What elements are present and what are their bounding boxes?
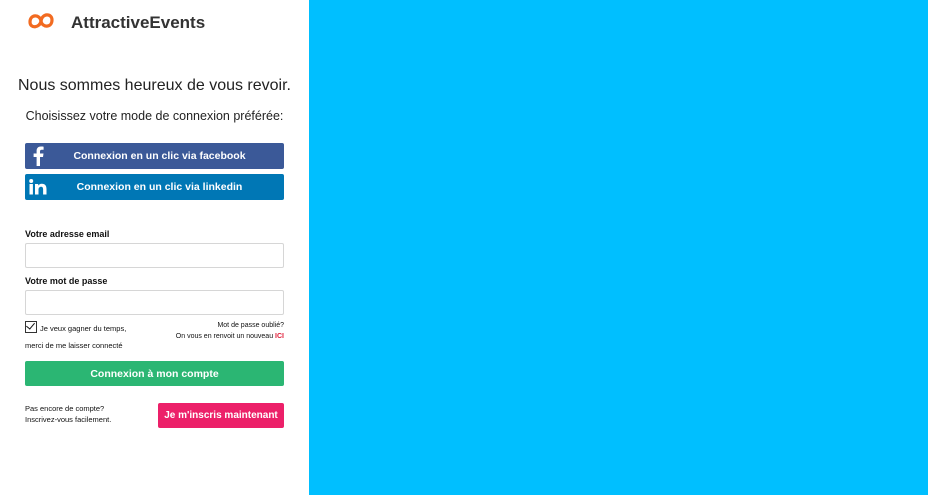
email-field[interactable] [25,243,284,268]
forgot-password-resend-text: On vous en renvoit un nouveau [175,333,274,340]
linkedin-login-button[interactable]: Connexion en un clic via linkedin [25,174,284,200]
email-label: Votre adresse email [25,229,110,239]
no-account-prompt: Pas encore de compte? Inscrivez-vous fac… [25,403,111,425]
forgot-password: Mot de passe oublié? On vous en renvoit … [134,320,284,342]
facebook-login-label: Connexion en un clic via facebook [73,150,246,162]
facebook-login-button[interactable]: Connexion en un clic via facebook [25,143,284,169]
forgot-password-link[interactable]: ICI [275,333,284,340]
infinity-logo-icon [28,13,54,29]
remember-me-label: Je veux gagner du temps, [40,324,127,333]
brand-name: AttractiveEvents [71,13,206,32]
welcome-heading: Nous sommes heureux de vous revoir. [17,77,291,94]
choose-mode-text: Choisissez votre mode de connexion préfé… [25,109,284,123]
password-field[interactable] [25,290,284,315]
facebook-icon [25,143,51,169]
no-account-line-2: Inscrivez-vous facilement. [25,415,112,424]
linkedin-icon [25,174,51,200]
no-account-line-1: Pas encore de compte? [25,404,105,413]
forgot-password-text: Mot de passe oublié? [217,322,284,329]
background-panel [309,0,928,495]
password-label: Votre mot de passe [25,276,108,286]
signup-button[interactable]: Je m'inscris maintenant [158,403,284,428]
login-submit-button[interactable]: Connexion à mon compte [25,361,284,386]
login-panel: AttractiveEvents Nous sommes heureux de … [0,0,309,495]
remember-me-checkbox[interactable] [25,321,37,333]
linkedin-login-label: Connexion en un clic via linkedin [76,181,243,193]
